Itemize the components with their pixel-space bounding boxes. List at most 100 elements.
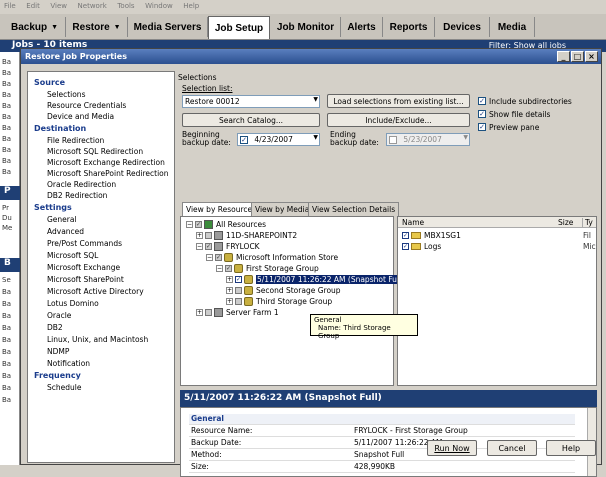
nav-item-sharepoint-redirection[interactable]: Microsoft SharePoint Redirection (47, 169, 169, 178)
tree-checkbox[interactable]: ✓ (215, 254, 222, 261)
include-subdirectories-checkbox[interactable]: ✓ (478, 97, 486, 105)
nav-item-file-redirection[interactable]: File Redirection (47, 136, 104, 145)
nav-item-microsoft-sharepoint[interactable]: Microsoft SharePoint (47, 275, 124, 284)
collapse-icon[interactable]: − (216, 265, 223, 272)
ending-date-picker[interactable]: 5/23/2007 ▼ (386, 133, 470, 146)
tree-node-server-farm[interactable]: + Server Farm 1 (196, 308, 279, 317)
list-item[interactable]: Ba (2, 312, 11, 320)
collapse-icon[interactable]: − (196, 243, 203, 250)
nav-item-oracle[interactable]: Oracle (47, 311, 71, 320)
nav-item-exchange-redirection[interactable]: Microsoft Exchange Redirection (47, 158, 165, 167)
list-item[interactable]: Ba (2, 300, 11, 308)
file-checkbox[interactable]: ✓ (402, 232, 409, 239)
expand-icon[interactable]: + (226, 276, 233, 283)
list-item[interactable]: Ba (2, 336, 11, 344)
nav-alerts[interactable]: Alerts (341, 17, 383, 37)
nav-item-sql-redirection[interactable]: Microsoft SQL Redirection (47, 147, 143, 156)
nav-item-microsoft-exchange[interactable]: Microsoft Exchange (47, 263, 120, 272)
show-file-details-checkbox[interactable]: ✓ (478, 110, 486, 118)
job-row[interactable]: Ba (2, 91, 11, 99)
nav-item-ndmp[interactable]: NDMP (47, 347, 69, 356)
menu-file[interactable]: File (0, 0, 20, 10)
job-row[interactable]: Ba (2, 102, 11, 110)
tree-checkbox[interactable]: ✓ (235, 276, 242, 283)
tree-node-first-storage-group[interactable]: − ✓ First Storage Group (216, 264, 319, 273)
nav-item-oracle-redirection[interactable]: Oracle Redirection (47, 180, 116, 189)
selection-list-dropdown[interactable]: Restore 00012 ▼ (182, 95, 320, 108)
tab-view-by-media[interactable]: View by Media (251, 202, 314, 216)
nav-item-db2[interactable]: DB2 (47, 323, 63, 332)
nav-backup[interactable]: Backup ▼ (4, 17, 66, 37)
chevron-down-icon[interactable]: ▼ (51, 24, 58, 31)
expand-icon[interactable]: + (226, 287, 233, 294)
job-row[interactable]: Ba (2, 113, 11, 121)
minimize-icon[interactable]: _ (557, 51, 570, 62)
tab-view-selection-details[interactable]: View Selection Details (308, 202, 400, 216)
column-size[interactable]: Size (558, 218, 573, 227)
nav-reports[interactable]: Reports (383, 17, 435, 37)
nav-item-active-directory[interactable]: Microsoft Active Directory (47, 287, 144, 296)
chevron-down-icon[interactable]: ▼ (463, 134, 468, 141)
job-row[interactable]: Ba (2, 157, 11, 165)
file-row[interactable]: ✓ MBX1SG1 Fil (402, 231, 594, 240)
tree-checkbox[interactable]: ✓ (195, 221, 202, 228)
tree-node-snapshot[interactable]: + ✓ 5/11/2007 11:26:22 AM (Snapshot Full) (226, 275, 406, 284)
tree-checkbox[interactable]: ✓ (205, 243, 212, 250)
nav-item-general[interactable]: General (47, 215, 77, 224)
close-icon[interactable]: × (585, 51, 598, 62)
menu-view[interactable]: View (46, 0, 71, 10)
tab-view-by-resource[interactable]: View by Resource (182, 202, 257, 217)
list-item[interactable]: Ba (2, 396, 11, 404)
nav-item-schedule[interactable]: Schedule (47, 383, 81, 392)
chevron-down-icon[interactable]: ▼ (313, 134, 318, 141)
collapse-icon[interactable]: − (206, 254, 213, 261)
include-exclude-button[interactable]: Include/Exclude... (327, 113, 470, 127)
menu-tools[interactable]: Tools (113, 0, 138, 10)
column-type[interactable]: Ty (582, 218, 593, 227)
load-selections-button[interactable]: Load selections from existing list... (327, 94, 470, 108)
run-now-button[interactable]: Run Now (427, 440, 477, 456)
job-row[interactable]: Ba (2, 124, 11, 132)
menu-window[interactable]: Window (141, 0, 177, 10)
list-item[interactable]: Ba (2, 384, 11, 392)
preview-pane-checkbox[interactable]: ✓ (478, 123, 486, 131)
nav-item-lotus-domino[interactable]: Lotus Domino (47, 299, 99, 308)
nav-item-notification[interactable]: Notification (47, 359, 90, 368)
nav-media-servers[interactable]: Media Servers (128, 17, 208, 37)
list-item[interactable]: Ba (2, 372, 11, 380)
maximize-icon[interactable]: □ (571, 51, 584, 62)
job-row[interactable]: Ba (2, 168, 11, 176)
chevron-down-icon[interactable]: ▼ (114, 24, 121, 31)
help-button[interactable]: Help (546, 440, 596, 456)
tree-checkbox[interactable] (205, 232, 212, 239)
tree-checkbox[interactable] (205, 309, 212, 316)
nav-item-advanced[interactable]: Advanced (47, 227, 84, 236)
nav-item-resource-credentials[interactable]: Resource Credentials (47, 101, 126, 110)
file-row[interactable]: ✓ Logs Mic (402, 242, 596, 251)
ending-date-checkbox[interactable] (389, 136, 397, 144)
job-row[interactable]: Ba (2, 58, 11, 66)
nav-job-monitor[interactable]: Job Monitor (271, 17, 341, 37)
list-item[interactable]: Ba (2, 324, 11, 332)
job-row[interactable]: Ba (2, 80, 11, 88)
list-item[interactable]: Ba (2, 288, 11, 296)
list-item[interactable]: Ba (2, 360, 11, 368)
nav-item-microsoft-sql[interactable]: Microsoft SQL (47, 251, 98, 260)
nav-media[interactable]: Media (490, 17, 535, 37)
tree-node-second-storage-group[interactable]: + Second Storage Group (226, 286, 341, 295)
cancel-button[interactable]: Cancel (487, 440, 537, 456)
tree-checkbox[interactable] (235, 287, 242, 294)
nav-item-pre-post-commands[interactable]: Pre/Post Commands (47, 239, 122, 248)
expand-icon[interactable]: + (226, 298, 233, 305)
nav-item-db2-redirection[interactable]: DB2 Redirection (47, 191, 107, 200)
chevron-down-icon[interactable]: ▼ (313, 96, 318, 103)
job-row[interactable]: Ba (2, 69, 11, 77)
tree-node-all-resources[interactable]: − ✓ All Resources (186, 220, 266, 229)
list-item[interactable]: Ba (2, 348, 11, 356)
menu-network[interactable]: Network (74, 0, 111, 10)
expand-icon[interactable]: + (196, 309, 203, 316)
column-name[interactable]: Name (402, 218, 424, 227)
expand-icon[interactable]: + (196, 232, 203, 239)
job-row[interactable]: Ba (2, 146, 11, 154)
tree-node-frylock[interactable]: − ✓ FRYLOCK (196, 242, 260, 251)
